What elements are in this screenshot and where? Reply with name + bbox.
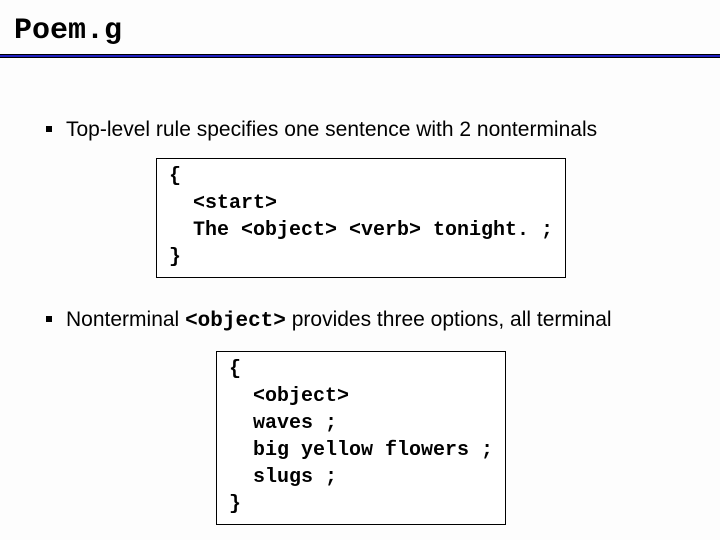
bullet-text-2: Nonterminal <object> provides three opti… — [66, 306, 612, 336]
bullet-2-suffix: provides three options, all terminal — [286, 308, 612, 331]
code-block-2-wrap: { <object> waves ; big yellow flowers ; … — [216, 351, 680, 525]
code-block-1-wrap: { <start> The <object> <verb> tonight. ;… — [156, 158, 680, 278]
code-block-2: { <object> waves ; big yellow flowers ; … — [216, 351, 506, 525]
code-block-1: { <start> The <object> <verb> tonight. ;… — [156, 158, 566, 278]
content-area: Top-level rule specifies one sentence wi… — [0, 58, 720, 525]
bullet-dot-icon — [46, 126, 52, 132]
bullet-dot-icon — [46, 316, 52, 322]
bullet-item: Nonterminal <object> provides three opti… — [40, 306, 680, 336]
slide: Poem.g Top-level rule specifies one sent… — [0, 0, 720, 540]
bullet-2-code: <object> — [185, 310, 286, 333]
bullet-item: Top-level rule specifies one sentence wi… — [40, 116, 680, 144]
page-title: Poem.g — [0, 0, 720, 54]
bullet-text-1: Top-level rule specifies one sentence wi… — [66, 116, 597, 144]
bullet-2-prefix: Nonterminal — [66, 308, 185, 331]
